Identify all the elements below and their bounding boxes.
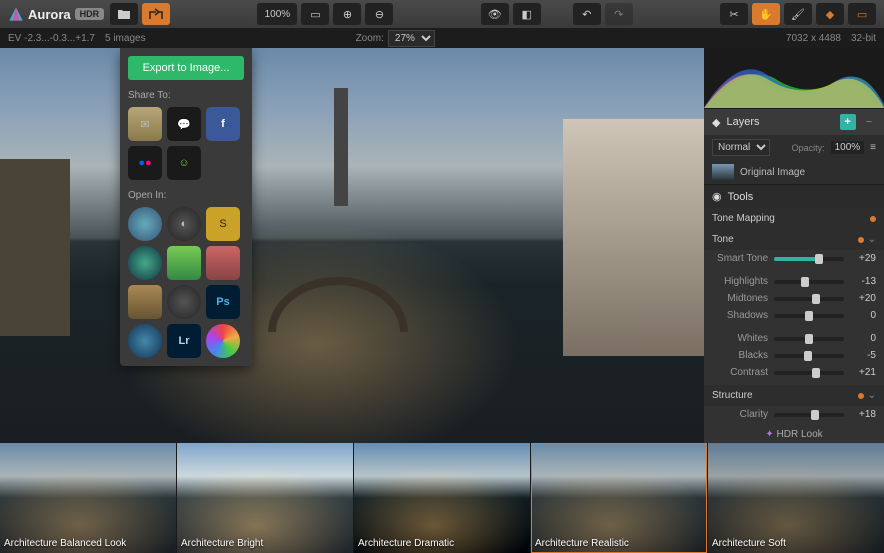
opacity-value[interactable]: 100%	[831, 141, 865, 154]
mail-icon[interactable]: ✉	[128, 107, 162, 141]
histogram	[704, 48, 884, 108]
preset-item[interactable]: Architecture Balanced Look	[0, 443, 176, 553]
redo-button[interactable]: ↷	[605, 3, 633, 25]
layers-header[interactable]: ◆ Layers + −	[704, 109, 884, 135]
undo-button[interactable]: ↶	[573, 3, 601, 25]
shadows-slider[interactable]: Shadows 0	[704, 307, 884, 324]
layer-thumb	[712, 164, 734, 180]
photoshop-icon[interactable]: Ps	[206, 285, 240, 319]
export-button[interactable]	[142, 3, 170, 25]
structure-row[interactable]: Structure⌄	[704, 385, 884, 406]
app-logo: Aurora HDR	[8, 6, 104, 22]
lightroom-icon[interactable]: Lr	[167, 324, 201, 358]
tone-row[interactable]: Tone⌄	[704, 229, 884, 250]
image-count: 5 images	[105, 33, 146, 44]
open-app-6-icon[interactable]	[206, 246, 240, 280]
flickr-icon[interactable]: ●●	[128, 146, 162, 180]
open-app-3-icon[interactable]: S	[206, 207, 240, 241]
tools-title: Tools	[728, 191, 754, 203]
hand-button[interactable]: ✋	[752, 3, 780, 25]
zoom-select[interactable]: 27%	[388, 30, 435, 47]
canvas-image	[0, 48, 704, 443]
image-button[interactable]: ▭	[848, 3, 876, 25]
zoom-100-button[interactable]: 100%	[257, 3, 297, 25]
right-panel: ◆ Layers + − Normal Opacity: 100% ≡ Orig…	[704, 48, 884, 443]
layer-menu-icon[interactable]: ≡	[870, 142, 876, 153]
zoom-label: Zoom:	[356, 33, 384, 44]
layers-title: Layers	[726, 116, 759, 128]
open-button[interactable]	[110, 3, 138, 25]
export-image-button[interactable]: Export to Image...	[128, 56, 244, 80]
hdr-badge: HDR	[75, 8, 105, 20]
tools-icon: ◉	[712, 190, 722, 203]
canvas[interactable]: Export to Image... Share To: ✉ 💬 f ●● ☺ …	[0, 48, 704, 443]
open-in-label: Open In:	[128, 190, 244, 201]
open-app-10-icon[interactable]	[128, 324, 162, 358]
contrast-slider[interactable]: Contrast +21	[704, 364, 884, 381]
preset-item[interactable]: Architecture Realistic	[531, 443, 707, 553]
remove-layer-button[interactable]: −	[862, 116, 876, 128]
blacks-slider[interactable]: Blacks -5	[704, 347, 884, 364]
smugmug-icon[interactable]: ☺	[167, 146, 201, 180]
preview-button[interactable]: 👁	[481, 3, 509, 25]
blend-mode-select[interactable]: Normal	[712, 139, 770, 156]
facebook-icon[interactable]: f	[206, 107, 240, 141]
opacity-label: Opacity:	[792, 143, 825, 153]
share-to-label: Share To:	[128, 90, 244, 101]
zoom-in-button[interactable]: ⊕	[333, 3, 361, 25]
open-app-8-icon[interactable]	[167, 285, 201, 319]
hdr-look-button[interactable]: ✦ HDR Look	[704, 423, 884, 443]
bit-depth-label: 32-bit	[851, 33, 876, 44]
preset-item[interactable]: Architecture Bright	[177, 443, 353, 553]
layers-toggle-button[interactable]: ◆	[816, 3, 844, 25]
top-toolbar: Aurora HDR 100% ▭ ⊕ ⊖ 👁 ◧ ↶ ↷ ✂ ✋ 🖌 ◆ ▭	[0, 0, 884, 28]
tone-mapping-row[interactable]: Tone Mapping	[704, 208, 884, 229]
open-app-1-icon[interactable]	[128, 207, 162, 241]
export-panel: Export to Image... Share To: ✉ 💬 f ●● ☺ …	[120, 48, 252, 366]
preset-item[interactable]: Architecture Dramatic	[354, 443, 530, 553]
open-app-7-icon[interactable]	[128, 285, 162, 319]
whites-slider[interactable]: Whites 0	[704, 330, 884, 347]
app-name: Aurora	[28, 7, 71, 22]
smart-tone-slider[interactable]: Smart Tone +29	[704, 250, 884, 267]
highlights-slider[interactable]: Highlights -13	[704, 273, 884, 290]
add-layer-button[interactable]: +	[840, 114, 856, 130]
brush-button[interactable]: 🖌	[784, 3, 812, 25]
layers-icon: ◆	[712, 116, 720, 129]
preset-item[interactable]: Architecture Soft	[708, 443, 884, 553]
tools-header[interactable]: ◉ Tools	[704, 185, 884, 208]
midtones-slider[interactable]: Midtones +20	[704, 290, 884, 307]
main-area: Export to Image... Share To: ✉ 💬 f ●● ☺ …	[0, 48, 884, 443]
messages-icon[interactable]: 💬	[167, 107, 201, 141]
dimensions-label: 7032 x 4488	[786, 33, 841, 44]
open-app-2-icon[interactable]: ◐	[167, 207, 201, 241]
info-bar: EV -2.3...-0.3...+1.7 5 images Zoom: 27%…	[0, 28, 884, 48]
fit-button[interactable]: ▭	[301, 3, 329, 25]
open-app-4-icon[interactable]	[128, 246, 162, 280]
ev-label: EV -2.3...-0.3...+1.7	[8, 33, 95, 44]
layer-name: Original Image	[740, 167, 805, 178]
layer-item[interactable]: Original Image	[704, 160, 884, 184]
zoom-out-button[interactable]: ⊖	[365, 3, 393, 25]
compare-button[interactable]: ◧	[513, 3, 541, 25]
open-app-12-icon[interactable]	[206, 324, 240, 358]
clarity-slider[interactable]: Clarity +18	[704, 406, 884, 423]
crop-button[interactable]: ✂	[720, 3, 748, 25]
open-app-5-icon[interactable]	[167, 246, 201, 280]
preset-strip: Architecture Balanced Look Architecture …	[0, 443, 884, 553]
